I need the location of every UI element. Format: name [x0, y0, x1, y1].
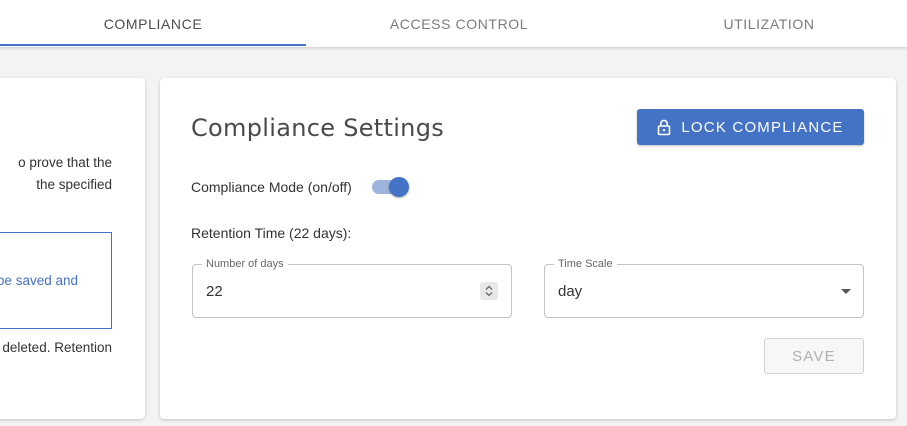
tab-utilization[interactable]: UTILIZATION: [616, 0, 907, 47]
tab-bar: COMPLIANCE ACCESS CONTROL UTILIZATION: [0, 0, 907, 47]
compliance-info-card: o prove that the the specified be saved …: [0, 78, 145, 419]
tab-compliance-label: COMPLIANCE: [103, 15, 203, 32]
info-text-line: deleted. Retention: [2, 340, 112, 355]
lock-icon: [658, 119, 671, 135]
number-of-days-label: Number of days: [202, 258, 288, 270]
toggle-thumb: [389, 177, 409, 197]
retention-time-label: Retention Time (22 days):: [191, 225, 352, 241]
tab-utilization-label: UTILIZATION: [723, 15, 815, 32]
tab-compliance[interactable]: COMPLIANCE: [0, 0, 306, 47]
lock-compliance-label: LOCK COMPLIANCE: [681, 118, 844, 136]
number-of-days-value: 22: [206, 283, 223, 300]
info-text-line: the specified: [36, 177, 112, 192]
info-callout: be saved and: [0, 232, 112, 329]
info-text-line: o prove that the: [18, 155, 112, 170]
tab-access-control[interactable]: ACCESS CONTROL: [306, 0, 612, 47]
number-of-days-field[interactable]: Number of days 22: [192, 258, 512, 318]
save-button[interactable]: SAVE: [764, 338, 864, 374]
page-title: Compliance Settings: [191, 114, 445, 142]
compliance-mode-toggle[interactable]: [372, 177, 409, 197]
compliance-settings-card: Compliance Settings LOCK COMPLIANCE Comp…: [160, 78, 896, 419]
lock-compliance-button[interactable]: LOCK COMPLIANCE: [637, 109, 864, 145]
active-tab-indicator: [0, 44, 306, 46]
save-button-label: SAVE: [792, 347, 836, 365]
number-stepper[interactable]: [480, 282, 498, 300]
time-scale-select[interactable]: Time Scale day: [544, 258, 864, 318]
chevron-down-icon[interactable]: [841, 289, 851, 294]
stepper-arrows-icon: [485, 285, 493, 297]
tab-access-control-label: ACCESS CONTROL: [389, 15, 529, 32]
time-scale-label: Time Scale: [554, 258, 617, 270]
compliance-mode-label: Compliance Mode (on/off): [191, 179, 352, 195]
time-scale-value: day: [558, 283, 583, 300]
info-callout-text: be saved and: [0, 273, 78, 288]
